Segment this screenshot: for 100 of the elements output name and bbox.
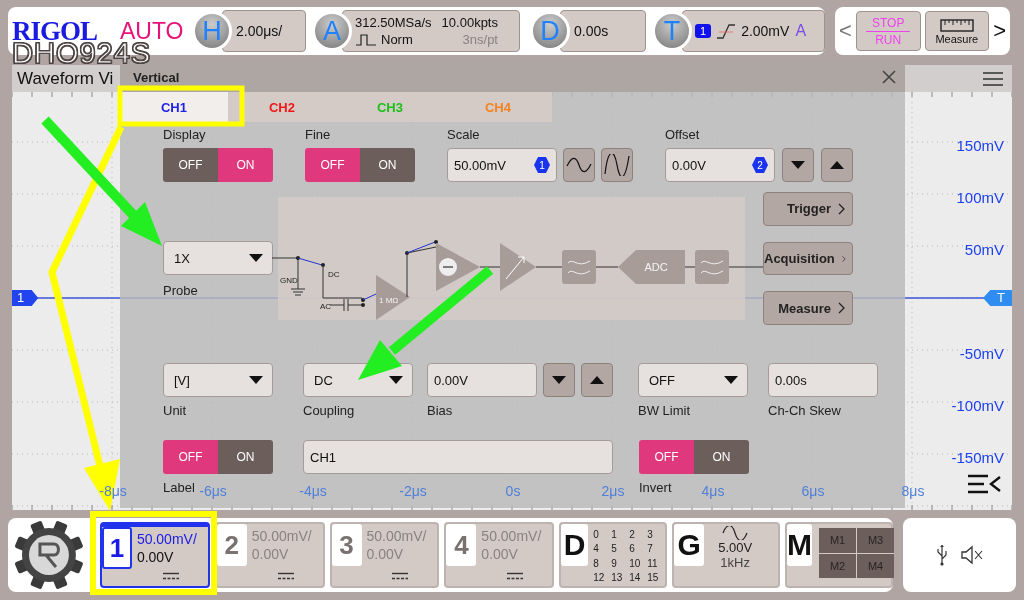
dropdown[interactable]: 1X [163,241,273,275]
caret-icon [248,253,264,263]
field-label: Bias [427,403,453,418]
generator-card[interactable]: G 5.00V 1kHz [672,522,780,588]
next-button[interactable]: > [993,18,1006,44]
bit-label: 9 [611,557,618,571]
acquire-mode: Norm [381,31,413,48]
channel-scale: 50.00mV/ [251,528,312,544]
coarse-button[interactable] [563,148,595,182]
speaker-muted-icon [959,545,984,565]
channel-marker[interactable]: 1 [12,290,39,306]
info-panel[interactable]: 312.50MSa/s Norm 10.00kpts 3ns/pt [342,10,520,52]
card-key: G [674,524,705,566]
adc-label: ADC [644,261,668,273]
channel-number: 1 [101,527,132,569]
generator-amplitude: 5.00V [718,540,753,555]
knob-badge: 2 [752,157,768,173]
fine-button[interactable] [601,148,633,182]
channel-number: 3 [331,524,362,566]
dropdown[interactable]: OFF [638,363,748,397]
axis-label: -50mV [959,345,1004,362]
gear-logo-icon[interactable] [12,518,86,592]
trigger-marker[interactable]: T [983,290,1012,306]
info-panel[interactable]: 1 2.00mV A [682,10,825,52]
bit-label: 13 [611,571,624,585]
card-key: M [787,524,812,566]
channel-scale: 50.00mV/ [136,531,197,547]
step-down-button[interactable] [543,363,575,397]
dropdown[interactable]: [V] [163,363,273,397]
previous-button[interactable]: < [839,18,852,44]
input-field[interactable]: 0.00s [768,363,878,397]
knob-badge: 1 [534,157,550,173]
field-label: BW Limit [638,403,690,418]
axis-label: 0s [504,483,522,499]
axis-label: -4μs [298,483,328,499]
field-label: Invert [639,480,672,495]
card-key: D [561,524,589,566]
collapse-icon[interactable] [966,473,1002,495]
axis-label: -100mV [951,397,1004,414]
input-field[interactable]: CH1 [303,440,613,474]
axis-label: -150mV [951,449,1004,466]
bit-label: 3 [647,529,654,542]
dc-coupling-icon [161,572,180,580]
info-panel[interactable]: 2.00μs/ [222,10,306,52]
timebase-value: 2.00μs/ [236,23,283,39]
rising-edge-icon [715,22,738,40]
info-panel[interactable]: 0.00s [560,10,646,52]
bit-label: 2 [629,529,636,542]
chevron-icon [838,302,846,315]
input-field[interactable]: 50.00mV 1 [447,148,557,182]
delay-value: 0.00s [574,23,609,39]
channel-number: 2 [216,524,247,566]
channel-scale: 50.00mV/ [366,528,427,544]
input-field[interactable]: 0.00V [427,363,537,397]
triangle-up-icon [829,160,845,170]
coupling-label: AC [320,302,332,311]
axis-label: 8μs [900,483,926,499]
sweep-mode: A [795,22,807,40]
square-wave-icon [355,32,377,47]
channel-tab[interactable]: CH1 [120,92,228,122]
digital-card[interactable]: D 0 1 2 3 4 5 6 7 8 9 10 11 12 13 14 15 [559,522,668,588]
field-label: Ch-Ch Skew [768,403,841,418]
bit-label: 12 [593,571,606,585]
menu-button[interactable]: Trigger [763,192,853,226]
caret-icon [723,375,739,385]
axis-label: 100mV [956,189,1004,206]
menu-button[interactable]: Acquisition [763,241,853,276]
input-field[interactable]: 0.00V 2 [665,148,775,182]
menu-icon[interactable] [982,70,1004,87]
triangle-up-icon [589,375,605,385]
caret-icon [248,375,264,385]
dc-coupling-icon [391,572,410,580]
impedance-label: 1 MΩ [379,296,399,305]
field-label: Scale [447,127,480,142]
bit-label: 4 [593,543,600,557]
coupling-label: DC [328,270,340,279]
bit-label: 7 [647,543,654,557]
triangle-down-icon [790,160,806,170]
field-label: Coupling [303,403,355,418]
step-up-button[interactable] [821,148,853,182]
field-label: Display [163,127,206,142]
step-up-button[interactable] [581,363,613,397]
sine-wave-icon [604,154,630,176]
window-title: Waveform Vi [17,68,114,89]
field-label: Label [163,480,195,495]
channel-scale: 50.00mV/ [481,528,542,544]
bit-label: 14 [629,571,642,585]
bit-label: 11 [647,557,659,571]
ground-label: GND [280,276,298,285]
channel-number: 4 [446,524,477,566]
close-icon[interactable] [881,69,897,85]
menu-button[interactable]: Measure [763,291,853,325]
dc-coupling-icon [276,572,295,580]
axis-label: 50mV [964,241,1004,258]
step-down-button[interactable] [782,148,814,182]
trigger-level: 2.00mV [741,23,790,39]
dropdown[interactable]: DC [303,363,413,397]
chevron-icon [838,202,846,215]
measure-button[interactable]: Measure [924,11,990,51]
channel-offset: 0.00V [366,546,405,562]
